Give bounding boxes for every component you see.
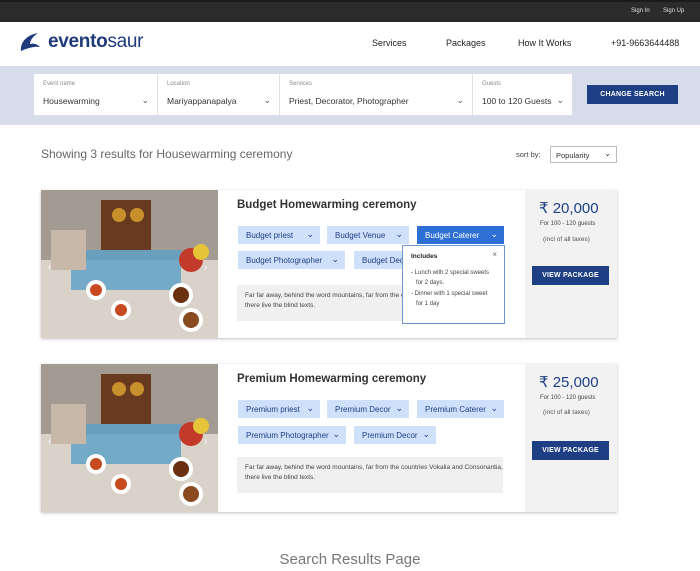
results-summary: Showing 3 results for Housewarming cerem… <box>41 147 293 161</box>
chip-photographer[interactable]: Premium Photographer ⌄ <box>238 426 346 444</box>
guests-value: 100 to 120 Guests <box>482 96 552 106</box>
chip-caterer[interactable]: Budget Caterer ⌄ <box>417 226 504 244</box>
page-caption: Search Results Page <box>279 551 421 568</box>
logo-text: eventosaur <box>48 31 144 52</box>
sort-label: sort by: <box>516 150 541 159</box>
popup-line: for 2 days. <box>416 280 445 286</box>
chevron-down-icon: ⌄ <box>456 95 464 105</box>
signin-link[interactable]: Sign In <box>631 8 650 14</box>
dino-logo-icon <box>20 33 40 51</box>
chevron-down-icon: ⌄ <box>490 403 498 413</box>
chip-caterer[interactable]: Premium Caterer ⌄ <box>417 400 504 418</box>
nav-how-it-works[interactable]: How It Works <box>518 38 571 48</box>
chevron-down-icon: ⌄ <box>306 229 314 239</box>
arrow-right-icon[interactable]: › <box>204 436 207 447</box>
chevron-down-icon: ⌄ <box>422 429 430 439</box>
chevron-down-icon: ⌄ <box>556 95 564 105</box>
sort-select[interactable]: Popularity ⌄ <box>550 146 617 163</box>
package-photo: ‹ › <box>41 190 218 338</box>
sort-value: Popularity <box>556 151 590 160</box>
nav-services[interactable]: Services <box>372 38 407 48</box>
chevron-down-icon: ⌄ <box>141 95 149 105</box>
chevron-down-icon: ⌄ <box>395 403 403 413</box>
package-card: ‹ › Premium Homewarming ceremony Premium… <box>41 364 617 512</box>
arrow-right-icon[interactable]: › <box>204 262 207 273</box>
includes-popup: Includes × - Lunch with 2 special sweets… <box>402 245 505 324</box>
logo[interactable]: eventosaur <box>18 31 144 53</box>
search-band: Event name Housewarming ⌄ Location Mariy… <box>0 66 700 125</box>
puja-photo <box>41 364 218 512</box>
nav-phone[interactable]: +91-9663644488 <box>611 38 679 48</box>
chevron-down-icon: ⌄ <box>263 95 271 105</box>
change-search-button[interactable]: CHANGE SEARCH <box>587 85 678 104</box>
chip-priest[interactable]: Premium priest ⌄ <box>238 400 320 418</box>
event-name-label: Event name <box>43 81 76 87</box>
view-package-button[interactable]: VIEW PACKAGE <box>532 266 609 285</box>
popup-title: Includes <box>411 253 438 260</box>
chevron-down-icon: ⌄ <box>331 254 339 264</box>
chip-decor[interactable]: Premium Decor ⌄ <box>327 400 409 418</box>
chip-venue[interactable]: Budget Venue ⌄ <box>327 226 409 244</box>
arrow-left-icon[interactable]: ‹ <box>48 262 51 273</box>
popup-line: - Dinner with 1 special sweet <box>411 291 488 297</box>
location-value: Mariyappanapalya <box>167 96 237 106</box>
package-card: ‹ › Budget Homewarming ceremony Budget p… <box>41 190 617 338</box>
chevron-down-icon: ⌄ <box>332 429 340 439</box>
view-package-button[interactable]: VIEW PACKAGE <box>532 441 609 460</box>
chevron-down-icon: ⌄ <box>604 149 611 158</box>
chip-photographer[interactable]: Budget Photographer ⌄ <box>238 251 345 269</box>
event-name-select[interactable]: Event name Housewarming ⌄ <box>34 74 158 115</box>
chevron-down-icon: ⌄ <box>306 403 314 413</box>
arrow-left-icon[interactable]: ‹ <box>48 436 51 447</box>
services-label: Services <box>289 81 313 87</box>
package-guests: For 100 - 120 guests <box>540 395 596 401</box>
nav-packages[interactable]: Packages <box>446 38 486 48</box>
close-icon[interactable]: × <box>492 250 497 259</box>
package-price: ₹ 25,000 <box>539 374 599 391</box>
event-name-value: Housewarming <box>43 96 100 106</box>
popup-line: for 1 day <box>416 301 440 307</box>
guests-label: Guests <box>482 81 502 87</box>
package-title: Budget Homewarming ceremony <box>237 199 417 211</box>
package-title: Premium Homewarming ceremony <box>237 373 427 385</box>
services-select[interactable]: Services Priest, Decorator, Photographer… <box>280 74 473 115</box>
popup-line: - Lunch with 2 special sweets <box>411 270 490 276</box>
signup-link[interactable]: Sign Up <box>663 8 684 14</box>
package-description: Far far away, behind the word mountains,… <box>237 457 503 493</box>
chip-priest[interactable]: Budget priest ⌄ <box>238 226 320 244</box>
puja-photo <box>41 190 218 338</box>
chip-decor-2[interactable]: Premium Decor ⌄ <box>354 426 436 444</box>
package-price: ₹ 20,000 <box>539 200 599 217</box>
location-label: Location <box>167 81 190 87</box>
package-photo: ‹ › <box>41 364 218 512</box>
header: eventosaur Services Packages How It Work… <box>0 22 700 66</box>
chevron-down-icon: ⌄ <box>395 229 403 239</box>
package-guests: For 100 - 120 guests <box>540 221 596 227</box>
location-select[interactable]: Location Mariyappanapalya ⌄ <box>158 74 280 115</box>
services-value: Priest, Decorator, Photographer <box>289 96 409 106</box>
top-bar: Sign In Sign Up <box>0 0 700 22</box>
package-tax: (incl of all taxes) <box>543 236 590 243</box>
guests-select[interactable]: Guests 100 to 120 Guests ⌄ <box>473 74 572 115</box>
chevron-down-icon: ⌄ <box>490 229 498 239</box>
package-tax: (incl of all taxes) <box>543 409 590 416</box>
